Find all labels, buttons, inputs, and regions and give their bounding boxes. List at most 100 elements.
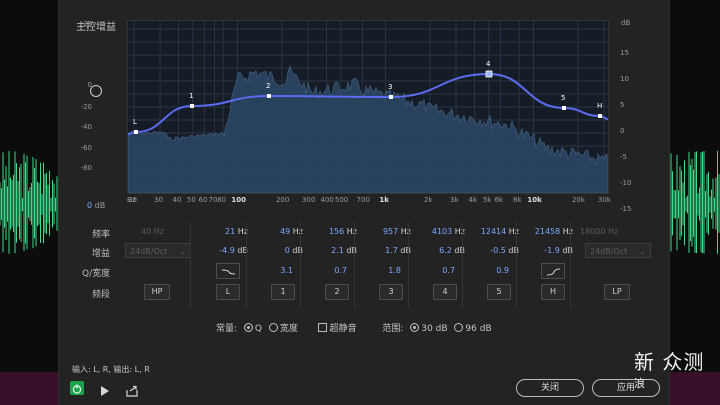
- right-db-header: dB: [621, 19, 631, 27]
- ultra-quiet-label: 超静音: [329, 324, 357, 334]
- band-1-gain[interactable]: 0 dB: [253, 246, 303, 255]
- band-3-freq[interactable]: 957 Hz: [361, 227, 411, 236]
- freq-tick: 400: [320, 196, 334, 204]
- band-H-gain[interactable]: -1.9 dB: [523, 246, 573, 255]
- constant-q-radio[interactable]: [243, 323, 253, 332]
- eq-node-1[interactable]: [190, 104, 194, 108]
- eq-node-label: 2: [266, 82, 270, 90]
- db-left-tick: -40: [80, 123, 92, 131]
- apply-button[interactable]: 应用: [592, 379, 660, 397]
- band-row-label: 频段: [92, 290, 111, 300]
- db-right-tick: 15: [620, 49, 629, 57]
- db-right-tick: 10: [620, 75, 629, 83]
- band-freq-value: 156: [328, 227, 345, 236]
- band-3-button[interactable]: 3: [379, 284, 403, 300]
- column-separator: [516, 222, 517, 308]
- eq-node-3[interactable]: [389, 95, 393, 99]
- master-gain-knob[interactable]: [90, 85, 102, 97]
- eq-graph[interactable]: L 1 2 3 4 5 H: [127, 20, 609, 194]
- db-left-tick: 0: [87, 81, 92, 89]
- freq-tick: 30: [154, 196, 163, 204]
- eq-node-H[interactable]: [598, 114, 602, 118]
- band-1-freq[interactable]: 49 Hz: [253, 227, 303, 236]
- band-H-freq[interactable]: 21458 Hz: [523, 227, 573, 236]
- band-H-button[interactable]: H: [541, 284, 565, 300]
- band-2-freq[interactable]: 156 Hz: [307, 227, 357, 236]
- constant-width-radio[interactable]: [268, 323, 278, 332]
- lp-button[interactable]: LP: [604, 284, 630, 300]
- eq-node-label: 4: [486, 60, 491, 68]
- band-q-value[interactable]: 0.7: [415, 266, 455, 275]
- band-4-gain[interactable]: 6.2 dB: [415, 246, 465, 255]
- constant-width-label: 宽度: [279, 324, 298, 334]
- band-5-freq[interactable]: 12414 Hz: [469, 227, 519, 236]
- lp-freq[interactable]: 18000 Hz: [580, 227, 618, 236]
- hp-button[interactable]: HP: [144, 284, 170, 300]
- band-4-freq[interactable]: 4103 Hz: [415, 227, 465, 236]
- band-1-button[interactable]: 1: [271, 284, 295, 300]
- band-L-button[interactable]: L: [216, 284, 240, 300]
- band-L-freq[interactable]: 21 Hz: [198, 227, 248, 236]
- band-freq-value: 49: [280, 227, 291, 236]
- band-q-value[interactable]: 0.9: [469, 266, 509, 275]
- freq-tick: 20: [128, 196, 137, 204]
- eq-node-5[interactable]: [562, 106, 566, 110]
- play-icon[interactable]: [100, 382, 110, 401]
- band-gain-value: -4.9: [219, 246, 235, 255]
- db-right-tick: -15: [620, 205, 632, 213]
- master-gain-unit: dB: [94, 201, 106, 210]
- hp-slope-value: 24dB/Oct: [130, 247, 168, 256]
- band-2-gain[interactable]: 2.1 dB: [307, 246, 357, 255]
- band-freq-value: 957: [382, 227, 399, 236]
- freq-tick: 8k: [513, 196, 522, 204]
- eq-node-4[interactable]: [485, 70, 493, 78]
- range-96-radio[interactable]: [454, 323, 464, 332]
- eq-node-L[interactable]: [134, 130, 138, 134]
- db-left-tick: -60: [80, 144, 92, 152]
- band-4-button[interactable]: 4: [433, 284, 457, 300]
- range-30-radio[interactable]: [410, 323, 420, 332]
- band-q-value[interactable]: 3.1: [253, 266, 293, 275]
- band-gain-unit: dB: [562, 246, 573, 255]
- lp-slope-select[interactable]: 24dB/Oct ⌄: [585, 243, 651, 258]
- freq-tick: 2k: [423, 196, 433, 204]
- band-gain-value: 2.1: [331, 246, 344, 255]
- power-icon[interactable]: [70, 381, 84, 395]
- freq-tick: 80: [217, 196, 226, 204]
- low-shelf-shape-button[interactable]: [216, 263, 240, 279]
- band-5-gain[interactable]: -0.5 dB: [469, 246, 519, 255]
- band-freq-value: 12414: [480, 227, 507, 236]
- master-gain-readout[interactable]: 0 dB: [87, 201, 105, 210]
- band-2-button[interactable]: 2: [325, 284, 349, 300]
- band-q-number: 0.7: [442, 266, 455, 275]
- band-freq-value: 4103: [431, 227, 453, 236]
- hp-freq[interactable]: 40 Hz: [120, 227, 164, 236]
- band-q-value[interactable]: 1.8: [361, 266, 401, 275]
- freq-tick: 30k: [598, 196, 611, 204]
- band-gain-value: 0: [284, 246, 290, 255]
- export-icon[interactable]: [126, 382, 139, 401]
- ultra-quiet-checkbox[interactable]: [317, 323, 327, 332]
- freq-tick: 300: [302, 196, 316, 204]
- constant-label: 常量:: [216, 324, 238, 334]
- band-freq-unit: Hz: [400, 227, 411, 236]
- band-freq-unit: Hz: [562, 227, 573, 236]
- constant-q-label: Q: [254, 324, 263, 334]
- db-right-tick: 0: [620, 127, 625, 135]
- band-3-gain[interactable]: 1.7 dB: [361, 246, 411, 255]
- band-q-value[interactable]: 0.7: [307, 266, 347, 275]
- freq-tick: 700: [356, 196, 370, 204]
- range-label: 范围:: [382, 324, 404, 334]
- column-separator: [190, 222, 191, 308]
- db-right-tick: -5: [620, 153, 627, 161]
- close-button[interactable]: 关闭: [516, 379, 584, 397]
- gain-row-label: 增益: [92, 249, 111, 259]
- eq-curve-plot[interactable]: L 1 2 3 4 5 H: [128, 21, 608, 193]
- high-shelf-shape-button[interactable]: [541, 263, 565, 279]
- band-L-gain[interactable]: -4.9 dB: [198, 246, 248, 255]
- hp-slope-select[interactable]: 24dB/Oct ⌄: [125, 243, 191, 258]
- freq-tick: 6k: [494, 196, 504, 204]
- band-5-button[interactable]: 5: [487, 284, 511, 300]
- eq-node-2[interactable]: [267, 94, 271, 98]
- freq-row-label: 频率: [92, 230, 111, 240]
